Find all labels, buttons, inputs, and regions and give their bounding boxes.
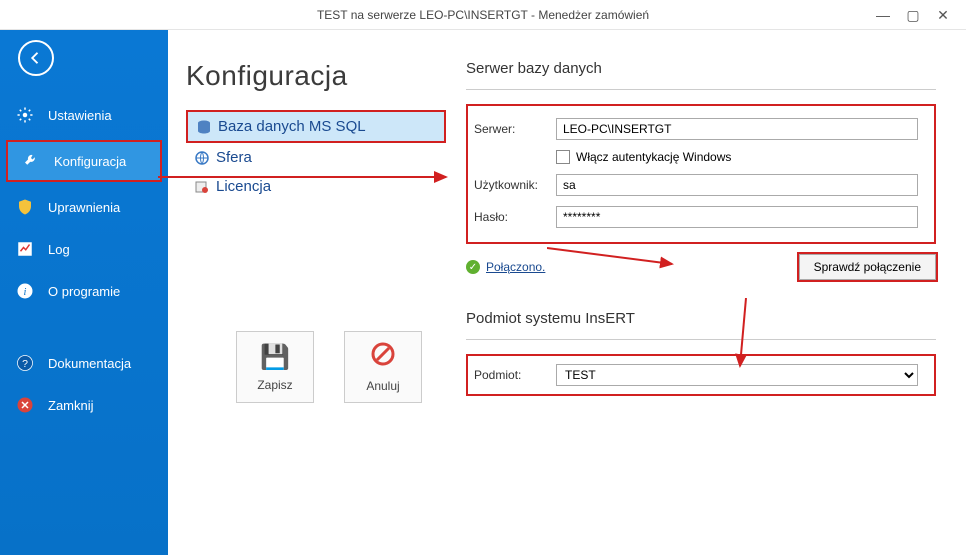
subnav-item-sfera[interactable]: Sfera	[186, 143, 446, 172]
sidebar-item-label: Zamknij	[48, 398, 94, 413]
entity-fieldset: Podmiot: TEST	[466, 354, 936, 396]
save-icon: 💾	[260, 343, 290, 372]
entity-label: Podmiot:	[474, 368, 556, 382]
globe-icon	[194, 150, 210, 166]
winauth-label: Włącz autentykację Windows	[576, 150, 731, 164]
shield-icon	[14, 196, 36, 218]
sidebar-item-close[interactable]: Zamknij	[0, 384, 168, 426]
cancel-label: Anuluj	[366, 379, 399, 393]
back-button[interactable]	[18, 40, 54, 76]
info-icon: i	[14, 280, 36, 302]
check-ok-icon: ✓	[466, 260, 480, 274]
sidebar-item-label: Konfiguracja	[54, 154, 126, 169]
sidebar-item-log[interactable]: Log	[0, 228, 168, 270]
winauth-checkbox[interactable]	[556, 150, 570, 164]
check-connection-button[interactable]: Sprawdź połączenie	[799, 254, 936, 280]
user-input[interactable]	[556, 174, 918, 196]
close-circle-icon	[14, 394, 36, 416]
svg-text:?: ?	[22, 358, 28, 370]
sidebar-item-ustawienia[interactable]: Ustawienia	[0, 94, 168, 136]
close-button[interactable]: ✕	[928, 0, 958, 30]
sidebar-item-about[interactable]: i O programie	[0, 270, 168, 312]
gear-icon	[14, 104, 36, 126]
server-label: Serwer:	[474, 122, 556, 136]
separator	[466, 89, 936, 90]
window-title: TEST na serwerze LEO-PC\INSERTGT - Mened…	[317, 8, 649, 22]
save-label: Zapisz	[257, 378, 292, 392]
user-label: Użytkownik:	[474, 178, 556, 192]
titlebar: TEST na serwerze LEO-PC\INSERTGT - Mened…	[0, 0, 966, 30]
wrench-icon	[20, 150, 42, 172]
arrow-left-icon	[27, 49, 45, 67]
sidebar-item-uprawnienia[interactable]: Uprawnienia	[0, 186, 168, 228]
cancel-button[interactable]: Anuluj	[344, 331, 422, 403]
entity-select[interactable]: TEST	[556, 364, 918, 386]
sidebar-item-label: Uprawnienia	[48, 200, 120, 215]
sidebar-item-konfiguracja[interactable]: Konfiguracja	[6, 140, 162, 182]
pass-input[interactable]	[556, 206, 918, 228]
sidebar: Ustawienia Konfiguracja Uprawnienia Log …	[0, 30, 168, 555]
sidebar-item-label: Dokumentacja	[48, 356, 131, 371]
sidebar-item-docs[interactable]: ? Dokumentacja	[0, 342, 168, 384]
sidebar-item-label: O programie	[48, 284, 120, 299]
svg-text:i: i	[24, 287, 27, 298]
subnav-item-label: Licencja	[216, 178, 271, 195]
save-button[interactable]: 💾 Zapisz	[236, 331, 314, 403]
maximize-button[interactable]: ▢	[898, 0, 928, 30]
database-icon	[196, 119, 212, 135]
subnav: Baza danych MS SQL Sfera Licencja	[186, 110, 446, 201]
server-input[interactable]	[556, 118, 918, 140]
subnav-item-label: Baza danych MS SQL	[218, 118, 366, 135]
db-fieldset: Serwer: Włącz autentykację Windows Użytk…	[466, 104, 936, 244]
db-section-title: Serwer bazy danych	[466, 60, 936, 77]
pass-label: Hasło:	[474, 210, 556, 224]
subnav-item-label: Sfera	[216, 149, 252, 166]
sidebar-item-label: Log	[48, 242, 70, 257]
separator	[466, 339, 936, 340]
minimize-button[interactable]: —	[868, 0, 898, 30]
cancel-icon	[371, 342, 395, 373]
entity-section-title: Podmiot systemu InsERT	[466, 310, 936, 327]
license-icon	[194, 179, 210, 195]
subnav-item-licencja[interactable]: Licencja	[186, 172, 446, 201]
page-title: Konfiguracja	[186, 60, 446, 92]
subnav-item-database[interactable]: Baza danych MS SQL	[186, 110, 446, 143]
sidebar-item-label: Ustawienia	[48, 108, 112, 123]
connection-status: Połączono.	[486, 260, 545, 274]
help-icon: ?	[14, 352, 36, 374]
chart-icon	[14, 238, 36, 260]
